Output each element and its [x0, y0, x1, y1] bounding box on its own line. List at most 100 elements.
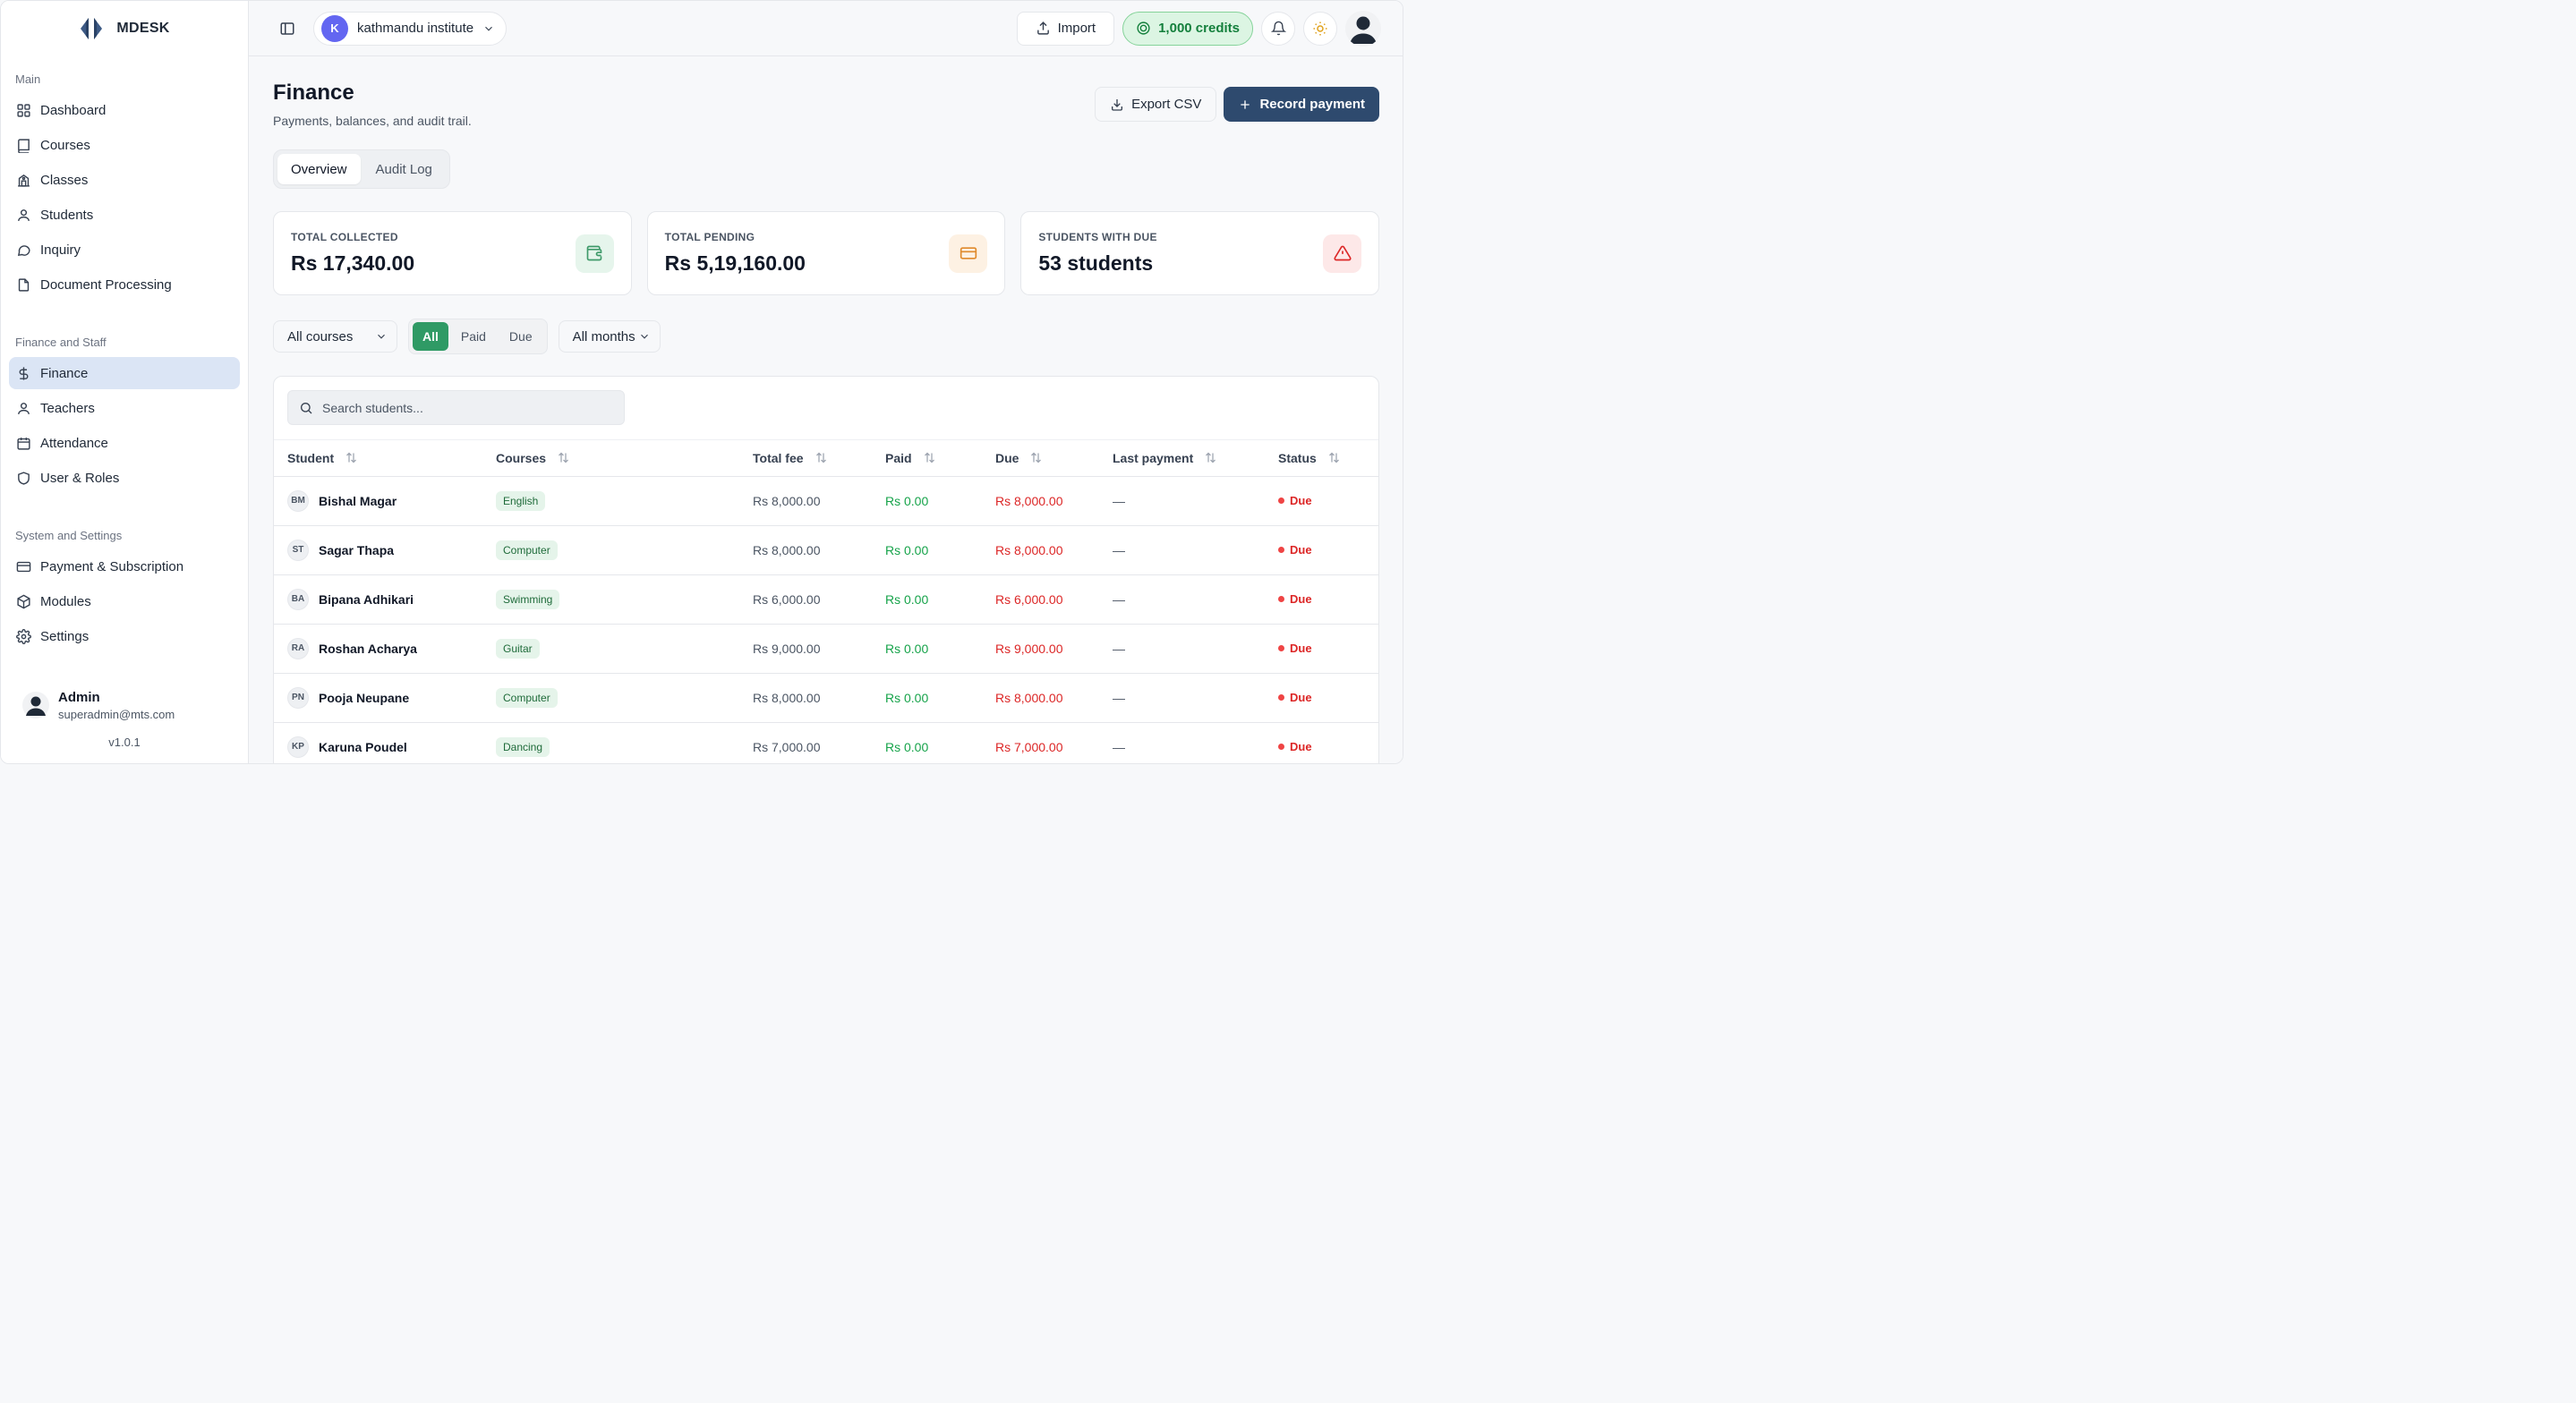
course-tag: Guitar — [496, 638, 540, 659]
sidebar-item-label: Payment & Subscription — [40, 558, 184, 574]
total-fee-cell: Rs 8,000.00 — [753, 476, 885, 526]
column-header-courses[interactable]: Courses — [496, 440, 753, 477]
user-profile[interactable]: Admin superadmin@mts.com — [1, 683, 248, 727]
sort-icon[interactable] — [1204, 451, 1217, 464]
credit-card-icon — [949, 234, 988, 273]
sidebar-toggle-button[interactable] — [276, 17, 299, 40]
sidebar-item-label: Students — [40, 207, 94, 223]
user-email: superadmin@mts.com — [58, 707, 175, 721]
sun-icon — [1312, 21, 1328, 37]
user-icon — [16, 208, 31, 223]
sidebar-item-user-roles[interactable]: User & Roles — [9, 462, 240, 494]
tab-audit-log[interactable]: Audit Log — [363, 154, 446, 184]
avatar — [22, 692, 49, 719]
export-csv-button[interactable]: Export CSV — [1095, 87, 1217, 122]
page-title: Finance — [273, 81, 354, 105]
due-cell: Rs 9,000.00 — [995, 624, 1113, 674]
sort-icon[interactable] — [1029, 451, 1043, 464]
sort-icon[interactable] — [345, 451, 358, 464]
segment-due[interactable]: Due — [499, 322, 543, 351]
sidebar-item-document-processing[interactable]: Document Processing — [9, 268, 240, 301]
column-header-last-payment[interactable]: Last payment — [1113, 440, 1278, 477]
bell-icon — [1270, 21, 1286, 36]
sort-icon[interactable] — [815, 451, 828, 464]
organization-switcher[interactable]: K kathmandu institute — [313, 11, 508, 46]
student-initials: BA — [287, 588, 309, 610]
table-row[interactable]: BA Bipana Adhikari Swimming Rs 6,000.00 R… — [274, 574, 1378, 625]
stat-label: STUDENTS WITH DUE — [1038, 231, 1157, 243]
app-version: v1.0.1 — [108, 736, 141, 749]
due-cell: Rs 8,000.00 — [995, 673, 1113, 723]
org-avatar: K — [321, 14, 348, 42]
stat-value: 53 students — [1038, 251, 1154, 275]
months-filter-value: All months — [572, 328, 635, 344]
last-payment-cell: — — [1113, 624, 1278, 674]
column-header-paid[interactable]: Paid — [885, 440, 995, 477]
student-name: Pooja Neupane — [319, 690, 410, 705]
sort-icon[interactable] — [1327, 451, 1341, 464]
sidebar-item-settings[interactable]: Settings — [9, 620, 240, 652]
sidebar-item-dashboard[interactable]: Dashboard — [9, 94, 240, 126]
course-tag: English — [496, 490, 546, 511]
sidebar-item-attendance[interactable]: Attendance — [9, 427, 240, 459]
record-payment-button[interactable]: Record payment — [1224, 87, 1379, 122]
column-header-total-fee[interactable]: Total fee — [753, 440, 885, 477]
sidebar-item-label: Courses — [40, 137, 90, 153]
column-header-student[interactable]: Student — [274, 440, 496, 477]
course-tag: Computer — [496, 540, 558, 560]
sidebar-item-inquiry[interactable]: Inquiry — [9, 234, 240, 266]
import-button[interactable]: Import — [1016, 11, 1115, 46]
student-initials: RA — [287, 637, 309, 659]
stat-label: TOTAL COLLECTED — [291, 231, 398, 243]
profile-menu-button[interactable] — [1345, 10, 1381, 47]
import-label: Import — [1057, 21, 1096, 36]
sidebar-item-label: Modules — [40, 593, 91, 609]
table-row[interactable]: PN Pooja Neupane Computer Rs 8,000.00 Rs … — [274, 673, 1378, 723]
stat-label: TOTAL PENDING — [664, 231, 755, 243]
sidebar-item-classes[interactable]: Classes — [9, 164, 240, 196]
search-input[interactable] — [322, 400, 609, 415]
credit-card-icon — [16, 559, 31, 574]
courses-filter-value: All courses — [287, 328, 354, 344]
student-name: Roshan Acharya — [319, 641, 417, 656]
sidebar-item-modules[interactable]: Modules — [9, 585, 240, 617]
table-row[interactable]: RA Roshan Acharya Guitar Rs 9,000.00 Rs 0… — [274, 624, 1378, 674]
stat-value: Rs 17,340.00 — [291, 251, 415, 275]
student-initials: KP — [287, 736, 309, 758]
column-header-status[interactable]: Status — [1278, 440, 1378, 477]
due-cell: Rs 6,000.00 — [995, 574, 1113, 625]
sidebar-footer: Admin superadmin@mts.com v1.0.1 — [1, 683, 248, 763]
sidebar-item-label: Teachers — [40, 400, 95, 416]
school-icon — [16, 173, 31, 188]
table-row[interactable]: ST Sagar Thapa Computer Rs 8,000.00 Rs 0.… — [274, 525, 1378, 575]
sidebar-item-label: User & Roles — [40, 470, 120, 486]
sidebar-item-finance[interactable]: Finance — [9, 357, 240, 389]
notifications-button[interactable] — [1261, 11, 1295, 46]
column-header-due[interactable]: Due — [995, 440, 1113, 477]
table-row[interactable]: BM Bishal Magar English Rs 8,000.00 Rs 0.… — [274, 476, 1378, 526]
table-header-row: Student Courses Total fee Paid Due Last … — [274, 440, 1378, 477]
page-content: Finance Payments, balances, and audit tr… — [249, 56, 1403, 763]
sidebar-item-courses[interactable]: Courses — [9, 129, 240, 161]
org-name: kathmandu institute — [357, 21, 474, 36]
sort-icon[interactable] — [923, 451, 936, 464]
brand[interactable]: MDESK — [1, 1, 248, 56]
months-filter-select[interactable]: All months — [558, 320, 661, 353]
sidebar-item-students[interactable]: Students — [9, 199, 240, 231]
courses-filter-select[interactable]: All courses — [273, 320, 397, 353]
course-tag: Swimming — [496, 589, 560, 609]
status-badge: Due — [1278, 592, 1378, 606]
credits-badge[interactable]: 1,000 credits — [1122, 11, 1253, 46]
segment-paid[interactable]: Paid — [450, 322, 497, 351]
sidebar-item-teachers[interactable]: Teachers — [9, 392, 240, 424]
sidebar-item-payment-subscription[interactable]: Payment & Subscription — [9, 550, 240, 582]
dashboard-icon — [16, 103, 31, 118]
status-badge: Due — [1278, 691, 1378, 704]
theme-toggle-button[interactable] — [1303, 11, 1337, 46]
table-row[interactable]: KP Karuna Poudel Dancing Rs 7,000.00 Rs 0… — [274, 722, 1378, 763]
student-name: Sagar Thapa — [319, 542, 395, 557]
tab-overview[interactable]: Overview — [277, 154, 361, 184]
segment-all[interactable]: All — [413, 322, 448, 351]
sort-icon[interactable] — [557, 451, 570, 464]
paid-cell: Rs 0.00 — [885, 722, 995, 763]
